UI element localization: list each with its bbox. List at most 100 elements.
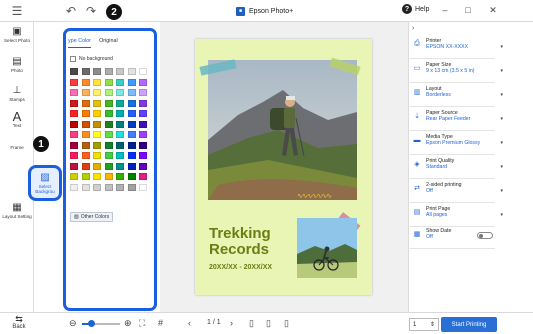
color-swatch[interactable] bbox=[70, 78, 78, 86]
color-swatch[interactable] bbox=[127, 78, 136, 86]
stepper-arrows-icon[interactable]: ⇕ bbox=[430, 321, 435, 328]
color-swatch[interactable] bbox=[127, 110, 136, 117]
color-swatch[interactable] bbox=[104, 162, 113, 170]
color-swatch[interactable] bbox=[81, 173, 90, 180]
help-button[interactable]: ? Help bbox=[402, 4, 429, 14]
color-swatch[interactable] bbox=[70, 68, 78, 75]
color-swatch[interactable] bbox=[116, 183, 124, 191]
color-swatch[interactable] bbox=[93, 110, 101, 117]
color-swatch[interactable] bbox=[104, 152, 113, 159]
next-page-icon[interactable]: › bbox=[230, 318, 233, 328]
color-swatch[interactable] bbox=[104, 131, 113, 138]
zoom-in-icon[interactable]: ⊕ bbox=[124, 318, 132, 329]
color-swatch[interactable] bbox=[81, 99, 90, 107]
color-swatch[interactable] bbox=[93, 183, 101, 191]
color-swatch[interactable] bbox=[127, 68, 136, 75]
color-swatch[interactable] bbox=[139, 110, 147, 117]
color-swatch[interactable] bbox=[127, 141, 136, 149]
close-icon[interactable]: ✕ bbox=[486, 2, 500, 18]
color-swatch[interactable] bbox=[127, 152, 136, 159]
tool-layout-setting[interactable]: ▦ Layout Setting bbox=[2, 201, 32, 219]
tab-type-color[interactable]: ype Color bbox=[68, 38, 92, 48]
color-swatch[interactable] bbox=[116, 99, 124, 107]
back-button[interactable]: ⇆ Back bbox=[6, 315, 32, 331]
color-swatch[interactable] bbox=[81, 162, 90, 170]
color-swatch[interactable] bbox=[81, 120, 90, 128]
color-swatch[interactable] bbox=[139, 141, 147, 149]
color-swatch[interactable] bbox=[116, 173, 124, 180]
color-swatch[interactable] bbox=[70, 173, 78, 180]
color-swatch[interactable] bbox=[127, 131, 136, 138]
color-swatch[interactable] bbox=[116, 162, 124, 170]
start-printing-button[interactable]: Start Printing bbox=[441, 317, 497, 332]
color-swatch[interactable] bbox=[93, 141, 101, 149]
show-date-toggle[interactable] bbox=[477, 232, 493, 239]
color-swatch[interactable] bbox=[93, 89, 101, 96]
minimize-icon[interactable]: – bbox=[438, 2, 452, 18]
color-swatch[interactable] bbox=[139, 78, 147, 86]
color-swatch[interactable] bbox=[127, 183, 136, 191]
color-swatch[interactable] bbox=[70, 131, 78, 138]
color-swatch[interactable] bbox=[139, 89, 147, 96]
tool-photo[interactable]: ▤ Photo bbox=[2, 55, 32, 73]
color-swatch[interactable] bbox=[139, 162, 147, 170]
color-swatch[interactable] bbox=[116, 68, 124, 75]
previous-page-icon[interactable]: ‹ bbox=[188, 318, 191, 328]
color-swatch[interactable] bbox=[104, 141, 113, 149]
color-swatch[interactable] bbox=[139, 183, 147, 191]
color-swatch[interactable] bbox=[70, 89, 78, 96]
setting-row[interactable]: ▭ Paper Size 9 x 13 cm (3.5 x 5 in) ▾ bbox=[410, 60, 503, 83]
color-swatch[interactable] bbox=[70, 162, 78, 170]
color-swatch[interactable] bbox=[139, 152, 147, 159]
color-swatch[interactable] bbox=[104, 99, 113, 107]
color-swatch[interactable] bbox=[127, 99, 136, 107]
color-swatch[interactable] bbox=[116, 120, 124, 128]
color-swatch[interactable] bbox=[127, 162, 136, 170]
color-swatch[interactable] bbox=[104, 68, 113, 75]
color-swatch[interactable] bbox=[93, 162, 101, 170]
trekking-photo[interactable] bbox=[208, 60, 357, 200]
other-colors-button[interactable]: ▧ Other Colors bbox=[70, 212, 114, 222]
color-swatch[interactable] bbox=[81, 89, 90, 96]
color-swatch[interactable] bbox=[104, 120, 113, 128]
cyclist-photo[interactable] bbox=[297, 218, 357, 278]
setting-row[interactable]: ▤ Print Page All pages ▾ bbox=[410, 204, 503, 227]
color-swatch[interactable] bbox=[93, 78, 101, 86]
color-swatch[interactable] bbox=[70, 152, 78, 159]
color-swatch[interactable] bbox=[104, 173, 113, 180]
color-swatch[interactable] bbox=[93, 131, 101, 138]
color-swatch[interactable] bbox=[139, 68, 147, 75]
color-swatch[interactable] bbox=[70, 141, 78, 149]
color-swatch[interactable] bbox=[127, 173, 136, 180]
copies-stepper[interactable]: 1 ⇕ bbox=[409, 318, 439, 331]
color-swatch[interactable] bbox=[116, 152, 124, 159]
color-swatch[interactable] bbox=[104, 89, 113, 96]
color-swatch[interactable] bbox=[93, 68, 101, 75]
setting-row[interactable]: ⇄ 2-sided printing Off ▾ bbox=[410, 180, 503, 203]
duplicate-page-icon[interactable]: ▯ bbox=[266, 318, 271, 329]
color-swatch[interactable] bbox=[139, 173, 147, 180]
color-swatch[interactable] bbox=[81, 141, 90, 149]
add-page-icon[interactable]: ▯ bbox=[249, 318, 254, 329]
color-swatch[interactable] bbox=[104, 110, 113, 117]
color-swatch[interactable] bbox=[81, 68, 90, 75]
tool-stamps[interactable]: ⊥ Stamps bbox=[2, 84, 32, 102]
tab-original[interactable]: Original bbox=[99, 38, 118, 48]
tool-text[interactable]: A Text bbox=[2, 110, 32, 129]
color-swatch[interactable] bbox=[81, 78, 90, 86]
color-swatch[interactable] bbox=[104, 183, 113, 191]
setting-row[interactable]: ▬ Media Type Epson Premium Glossy ▾ bbox=[410, 132, 503, 155]
zoom-out-icon[interactable]: ⊖ bbox=[69, 318, 77, 329]
color-swatch[interactable] bbox=[81, 131, 90, 138]
color-swatch[interactable] bbox=[104, 78, 113, 86]
setting-row[interactable]: ⇣ Paper Source Rear Paper Feeder ▾ bbox=[410, 108, 503, 131]
color-swatch[interactable] bbox=[70, 99, 78, 107]
delete-page-icon[interactable]: ▯ bbox=[284, 318, 289, 329]
color-swatch[interactable] bbox=[70, 183, 78, 191]
color-swatch[interactable] bbox=[127, 120, 136, 128]
grid-icon[interactable]: # bbox=[158, 318, 163, 328]
collapse-panel-icon[interactable]: › bbox=[412, 25, 414, 32]
setting-row[interactable]: ⎙ Printer EPSON XX-XXXX ▾ bbox=[410, 36, 503, 59]
color-swatch[interactable] bbox=[139, 99, 147, 107]
menu-icon[interactable]: ☰ bbox=[8, 3, 26, 19]
